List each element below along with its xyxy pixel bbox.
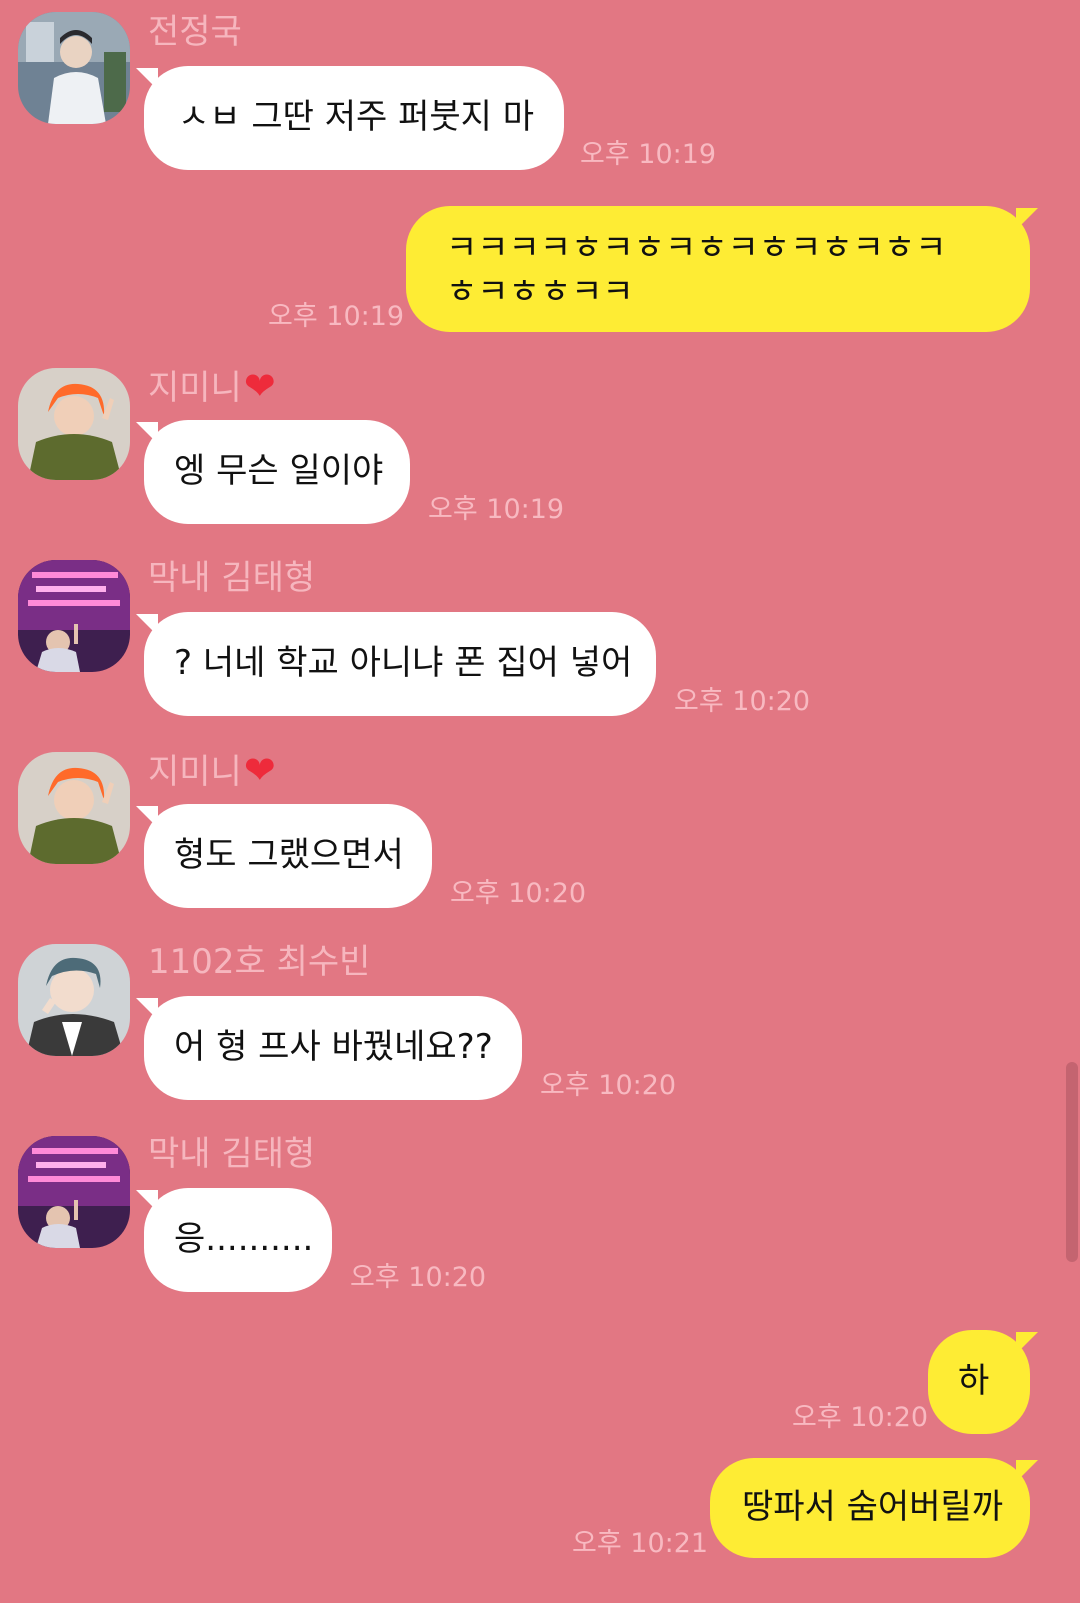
message-bubble-incoming[interactable]: 어 형 프사 바꿨네요??: [136, 996, 522, 1100]
message-text: 어 형 프사 바꿨네요??: [174, 1027, 493, 1067]
message-bubble-incoming[interactable]: ? 너네 학교 아니냐 폰 집어 넣어: [136, 612, 656, 716]
message-bubble-incoming[interactable]: 형도 그랬으면서: [136, 804, 432, 908]
sender-name: 1102호 최수빈: [148, 942, 371, 982]
message-bubble-incoming[interactable]: 응..........: [136, 1188, 332, 1292]
message-time: 오후 10:20: [350, 1262, 487, 1293]
avatar-taehyung[interactable]: [18, 560, 130, 672]
message-bubble-outgoing[interactable]: ㅋㅋㅋㅋㅎㅋㅎㅋㅎㅋㅎㅋㅎㅋㅎㅋ ㅎㅋㅎㅎㅋㅋ: [406, 206, 1038, 332]
message-text: 하: [958, 1361, 990, 1401]
message-bubble-incoming[interactable]: ㅅㅂ 그딴 저주 퍼붓지 마: [136, 66, 564, 170]
message-text: 엥 무슨 일이야: [174, 451, 384, 491]
message-time: 오후 10:20: [540, 1070, 677, 1101]
heart-icon: ❤: [243, 364, 276, 408]
heart-icon: ❤: [243, 748, 276, 792]
message-time: 오후 10:19: [428, 494, 565, 525]
message-text: ㅅㅂ 그딴 저주 퍼붓지 마: [178, 97, 535, 137]
message-bubble-outgoing[interactable]: 땅파서 숨어버릴까: [710, 1458, 1038, 1558]
sender-name-text: 지미니: [148, 368, 242, 408]
message-text-line: ㅎㅋㅎㅎㅋㅋ: [446, 272, 634, 312]
message-text-line: ㅋㅋㅋㅋㅎㅋㅎㅋㅎㅋㅎㅋㅎㅋㅎㅋ: [446, 228, 947, 268]
message-time: 오후 10:20: [450, 878, 587, 909]
scrollbar[interactable]: [1066, 1062, 1078, 1262]
message-time: 오후 10:20: [674, 686, 811, 717]
avatar-jungkook[interactable]: [18, 12, 130, 124]
message-time: 오후 10:19: [268, 301, 405, 332]
message-bubble-outgoing[interactable]: 하: [928, 1330, 1038, 1434]
sender-name: 지미니❤: [148, 750, 276, 792]
sender-name: 막내 김태형: [148, 558, 316, 598]
sender-name: 막내 김태형: [148, 1134, 316, 1174]
sender-name: 지미니❤: [148, 366, 276, 408]
message-time: 오후 10:19: [580, 139, 717, 170]
message-time: 오후 10:21: [572, 1528, 709, 1559]
message-text: 땅파서 숨어버릴까: [742, 1487, 1004, 1527]
sender-name-text: 지미니: [148, 752, 242, 792]
message-time: 오후 10:20: [792, 1402, 929, 1433]
avatar-jimin[interactable]: [18, 368, 130, 480]
message-text: 응..........: [174, 1219, 314, 1259]
message-text: ? 너네 학교 아니냐 폰 집어 넣어: [174, 643, 633, 683]
avatar-soobin[interactable]: [18, 944, 130, 1056]
message-text: 형도 그랬으면서: [174, 835, 404, 875]
avatar-jimin[interactable]: [18, 752, 130, 864]
avatar-taehyung[interactable]: [18, 1136, 130, 1248]
sender-name: 전정국: [148, 12, 242, 52]
message-bubble-incoming[interactable]: 엥 무슨 일이야: [136, 420, 410, 524]
